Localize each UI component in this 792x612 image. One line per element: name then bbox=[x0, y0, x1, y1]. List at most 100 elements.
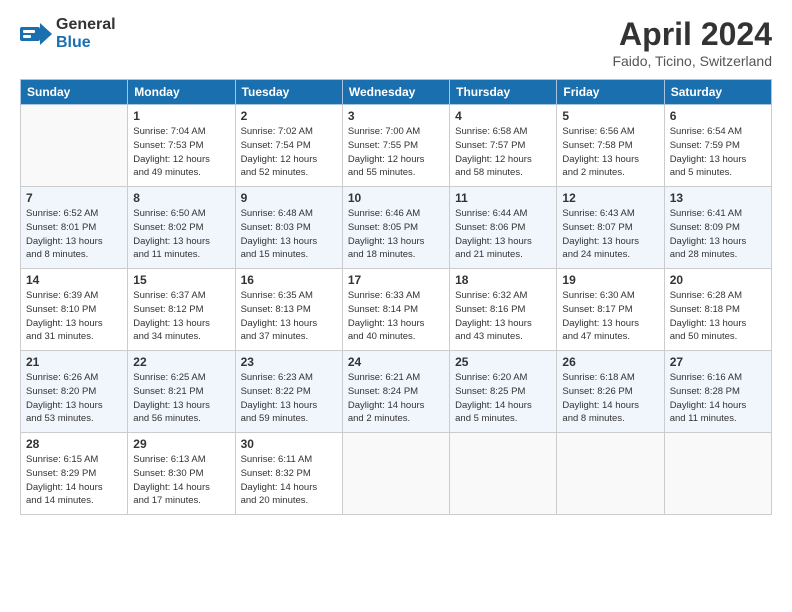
day-info: Sunrise: 6:58 AMSunset: 7:57 PMDaylight:… bbox=[455, 125, 551, 180]
logo: General Blue bbox=[20, 16, 116, 52]
day-number: 13 bbox=[670, 191, 766, 205]
calendar-week-row: 28 Sunrise: 6:15 AMSunset: 8:29 PMDayligh… bbox=[21, 433, 772, 515]
day-number: 4 bbox=[455, 109, 551, 123]
day-info: Sunrise: 6:50 AMSunset: 8:02 PMDaylight:… bbox=[133, 207, 229, 262]
calendar-cell: 27Sunrise: 6:16 AMSunset: 8:28 PMDayligh… bbox=[664, 351, 771, 433]
day-info: Sunrise: 6:46 AMSunset: 8:05 PMDaylight:… bbox=[348, 207, 444, 262]
day-number: 20 bbox=[670, 273, 766, 287]
calendar-cell: 12 Sunrise: 6:43 AMSunset: 8:07 PMDayligh… bbox=[557, 187, 664, 269]
day-info: Sunrise: 6:18 AMSunset: 8:26 PMDaylight:… bbox=[562, 371, 658, 426]
day-number: 21 bbox=[26, 355, 122, 369]
day-info: Sunrise: 6:43 AMSunset: 8:07 PMDaylight:… bbox=[562, 207, 658, 262]
calendar-cell: 19Sunrise: 6:30 AMSunset: 8:17 PMDayligh… bbox=[557, 269, 664, 351]
day-info: Sunrise: 6:54 AMSunset: 7:59 PMDaylight:… bbox=[670, 125, 766, 180]
calendar-cell: 29 Sunrise: 6:13 AMSunset: 8:30 PMDayligh… bbox=[128, 433, 235, 515]
day-info: Sunrise: 6:39 AMSunset: 8:10 PMDaylight:… bbox=[26, 289, 122, 344]
day-info: Sunrise: 6:13 AMSunset: 8:30 PMDaylight:… bbox=[133, 453, 229, 508]
day-number: 1 bbox=[133, 109, 229, 123]
calendar-cell bbox=[21, 105, 128, 187]
calendar-cell bbox=[450, 433, 557, 515]
calendar-cell: 20 Sunrise: 6:28 AMSunset: 8:18 PMDayligh… bbox=[664, 269, 771, 351]
calendar-header-wednesday: Wednesday bbox=[342, 80, 449, 105]
calendar-header-monday: Monday bbox=[128, 80, 235, 105]
day-number: 7 bbox=[26, 191, 122, 205]
day-number: 17 bbox=[348, 273, 444, 287]
day-number: 28 bbox=[26, 437, 122, 451]
calendar-cell: 6 Sunrise: 6:54 AMSunset: 7:59 PMDaylight… bbox=[664, 105, 771, 187]
calendar-header-row: SundayMondayTuesdayWednesdayThursdayFrid… bbox=[21, 80, 772, 105]
calendar-cell: 1 Sunrise: 7:04 AMSunset: 7:53 PMDaylight… bbox=[128, 105, 235, 187]
calendar-cell: 14 Sunrise: 6:39 AMSunset: 8:10 PMDayligh… bbox=[21, 269, 128, 351]
calendar-cell: 28 Sunrise: 6:15 AMSunset: 8:29 PMDayligh… bbox=[21, 433, 128, 515]
day-number: 14 bbox=[26, 273, 122, 287]
calendar-cell: 7Sunrise: 6:52 AMSunset: 8:01 PMDaylight… bbox=[21, 187, 128, 269]
day-info: Sunrise: 6:20 AMSunset: 8:25 PMDaylight:… bbox=[455, 371, 551, 426]
day-info: Sunrise: 6:48 AMSunset: 8:03 PMDaylight:… bbox=[241, 207, 337, 262]
calendar-cell: 8 Sunrise: 6:50 AMSunset: 8:02 PMDaylight… bbox=[128, 187, 235, 269]
day-info: Sunrise: 6:35 AMSunset: 8:13 PMDaylight:… bbox=[241, 289, 337, 344]
logo-general-text: General bbox=[56, 16, 116, 33]
calendar-cell: 24 Sunrise: 6:21 AMSunset: 8:24 PMDayligh… bbox=[342, 351, 449, 433]
calendar-cell: 21Sunrise: 6:26 AMSunset: 8:20 PMDayligh… bbox=[21, 351, 128, 433]
calendar-cell: 11 Sunrise: 6:44 AMSunset: 8:06 PMDayligh… bbox=[450, 187, 557, 269]
day-number: 29 bbox=[133, 437, 229, 451]
day-number: 12 bbox=[562, 191, 658, 205]
day-number: 8 bbox=[133, 191, 229, 205]
day-number: 2 bbox=[241, 109, 337, 123]
calendar-cell: 25 Sunrise: 6:20 AMSunset: 8:25 PMDayligh… bbox=[450, 351, 557, 433]
calendar-week-row: 21Sunrise: 6:26 AMSunset: 8:20 PMDayligh… bbox=[21, 351, 772, 433]
day-number: 15 bbox=[133, 273, 229, 287]
calendar-header-thursday: Thursday bbox=[450, 80, 557, 105]
day-info: Sunrise: 6:32 AMSunset: 8:16 PMDaylight:… bbox=[455, 289, 551, 344]
title-section: April 2024 Faido, Ticino, Switzerland bbox=[612, 16, 772, 69]
logo-icon bbox=[20, 23, 52, 45]
calendar-cell: 22 Sunrise: 6:25 AMSunset: 8:21 PMDayligh… bbox=[128, 351, 235, 433]
calendar-cell bbox=[557, 433, 664, 515]
day-number: 10 bbox=[348, 191, 444, 205]
day-info: Sunrise: 6:21 AMSunset: 8:24 PMDaylight:… bbox=[348, 371, 444, 426]
calendar-cell: 5Sunrise: 6:56 AMSunset: 7:58 PMDaylight… bbox=[557, 105, 664, 187]
day-info: Sunrise: 6:16 AMSunset: 8:28 PMDaylight:… bbox=[670, 371, 766, 426]
calendar-cell: 3 Sunrise: 7:00 AMSunset: 7:55 PMDaylight… bbox=[342, 105, 449, 187]
calendar-table: SundayMondayTuesdayWednesdayThursdayFrid… bbox=[20, 79, 772, 515]
day-info: Sunrise: 7:04 AMSunset: 7:53 PMDaylight:… bbox=[133, 125, 229, 180]
day-number: 22 bbox=[133, 355, 229, 369]
calendar-cell: 10 Sunrise: 6:46 AMSunset: 8:05 PMDayligh… bbox=[342, 187, 449, 269]
day-info: Sunrise: 6:56 AMSunset: 7:58 PMDaylight:… bbox=[562, 125, 658, 180]
day-info: Sunrise: 6:44 AMSunset: 8:06 PMDaylight:… bbox=[455, 207, 551, 262]
calendar-week-row: 7Sunrise: 6:52 AMSunset: 8:01 PMDaylight… bbox=[21, 187, 772, 269]
calendar-cell: 4 Sunrise: 6:58 AMSunset: 7:57 PMDaylight… bbox=[450, 105, 557, 187]
logo-blue-text: Blue bbox=[56, 34, 91, 51]
calendar-header-saturday: Saturday bbox=[664, 80, 771, 105]
day-info: Sunrise: 7:00 AMSunset: 7:55 PMDaylight:… bbox=[348, 125, 444, 180]
calendar-header-friday: Friday bbox=[557, 80, 664, 105]
day-number: 6 bbox=[670, 109, 766, 123]
calendar-week-row: 14 Sunrise: 6:39 AMSunset: 8:10 PMDayligh… bbox=[21, 269, 772, 351]
day-number: 30 bbox=[241, 437, 337, 451]
day-number: 16 bbox=[241, 273, 337, 287]
day-number: 3 bbox=[348, 109, 444, 123]
day-info: Sunrise: 6:33 AMSunset: 8:14 PMDaylight:… bbox=[348, 289, 444, 344]
day-number: 24 bbox=[348, 355, 444, 369]
day-info: Sunrise: 6:25 AMSunset: 8:21 PMDaylight:… bbox=[133, 371, 229, 426]
calendar-cell bbox=[664, 433, 771, 515]
calendar-cell: 26 Sunrise: 6:18 AMSunset: 8:26 PMDayligh… bbox=[557, 351, 664, 433]
day-number: 9 bbox=[241, 191, 337, 205]
day-number: 25 bbox=[455, 355, 551, 369]
day-info: Sunrise: 7:02 AMSunset: 7:54 PMDaylight:… bbox=[241, 125, 337, 180]
calendar-cell bbox=[342, 433, 449, 515]
calendar-cell: 16 Sunrise: 6:35 AMSunset: 8:13 PMDayligh… bbox=[235, 269, 342, 351]
day-info: Sunrise: 6:28 AMSunset: 8:18 PMDaylight:… bbox=[670, 289, 766, 344]
calendar-cell: 13 Sunrise: 6:41 AMSunset: 8:09 PMDayligh… bbox=[664, 187, 771, 269]
day-info: Sunrise: 6:15 AMSunset: 8:29 PMDaylight:… bbox=[26, 453, 122, 508]
day-number: 11 bbox=[455, 191, 551, 205]
day-info: Sunrise: 6:23 AMSunset: 8:22 PMDaylight:… bbox=[241, 371, 337, 426]
day-info: Sunrise: 6:30 AMSunset: 8:17 PMDaylight:… bbox=[562, 289, 658, 344]
month-title: April 2024 bbox=[612, 16, 772, 53]
day-number: 26 bbox=[562, 355, 658, 369]
day-info: Sunrise: 6:41 AMSunset: 8:09 PMDaylight:… bbox=[670, 207, 766, 262]
location-subtitle: Faido, Ticino, Switzerland bbox=[612, 53, 772, 69]
calendar-cell: 30Sunrise: 6:11 AMSunset: 8:32 PMDayligh… bbox=[235, 433, 342, 515]
calendar-cell: 9 Sunrise: 6:48 AMSunset: 8:03 PMDaylight… bbox=[235, 187, 342, 269]
header: General Blue April 2024 Faido, Ticino, S… bbox=[20, 16, 772, 69]
